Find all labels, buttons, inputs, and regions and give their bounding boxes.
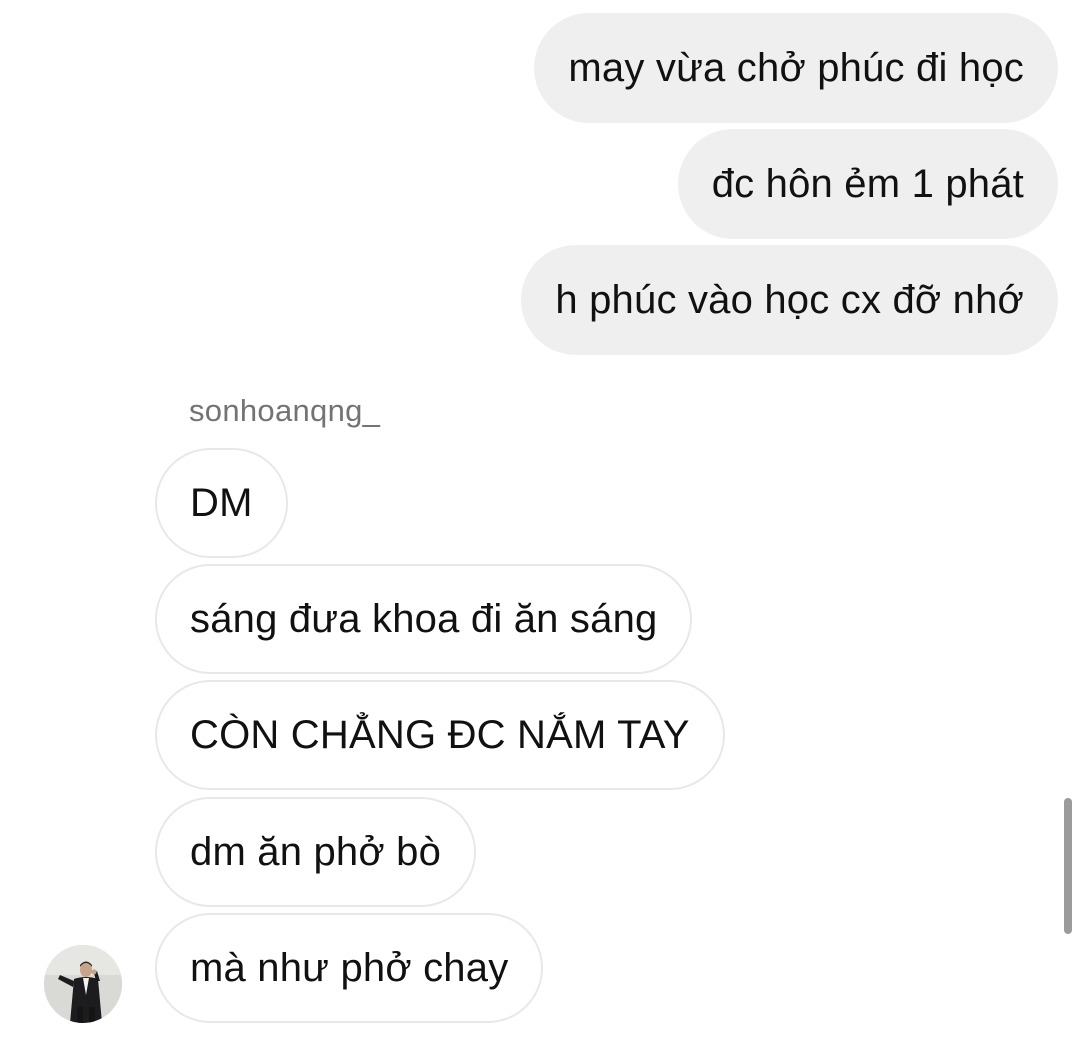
incoming-message[interactable]: DM (155, 448, 288, 558)
message-text: may vừa chở phúc đi học (568, 45, 1024, 90)
sender-username: sonhoanqng_ (189, 393, 381, 428)
message-text: đc hôn ẻm 1 phát (711, 161, 1024, 206)
incoming-message[interactable]: CÒN CHẲNG ĐC NẮM TAY (155, 680, 725, 790)
incoming-message[interactable]: sáng đưa khoa đi ăn sáng (155, 564, 693, 674)
message-text: CÒN CHẲNG ĐC NẮM TAY (190, 712, 690, 757)
outgoing-message[interactable]: đc hôn ẻm 1 phát (677, 129, 1058, 239)
outgoing-message[interactable]: may vừa chở phúc đi học (534, 13, 1058, 123)
message-text: DM (190, 480, 253, 525)
avatar[interactable] (44, 945, 122, 1023)
message-thread[interactable]: may vừa chở phúc đi học đc hôn ẻm 1 phát… (0, 0, 1080, 1048)
message-text: mà như phở chay (190, 945, 509, 990)
message-text: sáng đưa khoa đi ăn sáng (190, 596, 658, 641)
outgoing-message[interactable]: h phúc vào học cx đỡ nhớ (521, 245, 1058, 355)
incoming-message[interactable]: mà như phở chay (155, 913, 544, 1023)
incoming-message[interactable]: dm ăn phở bò (155, 797, 477, 907)
avatar-photo-icon (44, 945, 122, 1023)
message-text: h phúc vào học cx đỡ nhớ (555, 277, 1024, 322)
message-text: dm ăn phở bò (190, 829, 442, 874)
scrollbar[interactable] (1064, 798, 1072, 934)
